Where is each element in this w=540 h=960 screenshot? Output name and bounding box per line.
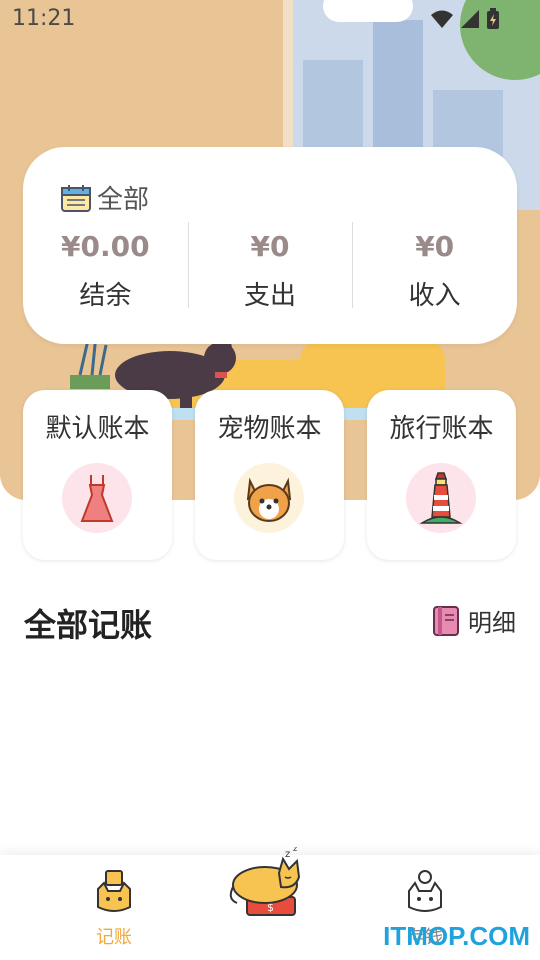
ledger-name: 宠物账本 [217,414,322,444]
lighthouse-icon [406,463,476,533]
detail-link[interactable]: 明细 [432,603,516,638]
stat-expense: ¥0 支出 [187,222,353,312]
sleeping-cat-add-icon: z z $ [229,847,301,916]
ledger-name: 旅行账本 [389,414,494,444]
battery-icon [487,8,499,29]
stat-income: ¥0 收入 [352,222,517,312]
stat-expense-label: 支出 [244,281,297,311]
stat-income-value: ¥0 [415,230,455,263]
stat-balance-label: 结余 [79,281,132,311]
svg-text:z: z [293,847,297,853]
status-time: 11:21 [12,6,76,31]
balance-summary-card[interactable]: 全部 ¥0.00 结余 ¥0 支出 ¥0 收入 [23,147,517,344]
cat-ledger-icon [97,870,131,912]
cat-coin-icon [408,870,442,912]
stat-balance-value: ¥0.00 [61,230,150,263]
ledger-name: 默认账本 [45,414,150,444]
tab-label: 记账 [96,927,132,948]
summary-stats: ¥0.00 结余 ¥0 支出 ¥0 收入 [23,222,517,312]
dress-icon [62,463,132,533]
svg-text:z: z [285,849,290,860]
section-title: 全部记账 [24,606,153,644]
detail-label: 明细 [468,609,516,637]
signal-icon [461,10,479,28]
stat-balance: ¥0.00 结余 [23,222,188,312]
dog-icon [234,463,304,533]
stat-income-label: 收入 [408,281,461,311]
stat-expense-value: ¥0 [250,230,290,263]
tab-add-record[interactable]: z z $ [210,847,330,960]
calendar-icon [61,184,91,212]
ledger-card-travel[interactable]: 旅行账本 [367,390,516,560]
status-bar: 11:21 [0,0,540,38]
ledger-card-pet[interactable]: 宠物账本 [195,390,344,560]
wifi-icon [431,10,453,28]
summary-title: 全部 [97,185,150,215]
notebook-icon [433,605,459,636]
ledger-card-default[interactable]: 默认账本 [23,390,172,560]
watermark: ITMOP.COM [383,921,530,951]
tab-bookkeeping[interactable]: 记账 [54,855,174,960]
